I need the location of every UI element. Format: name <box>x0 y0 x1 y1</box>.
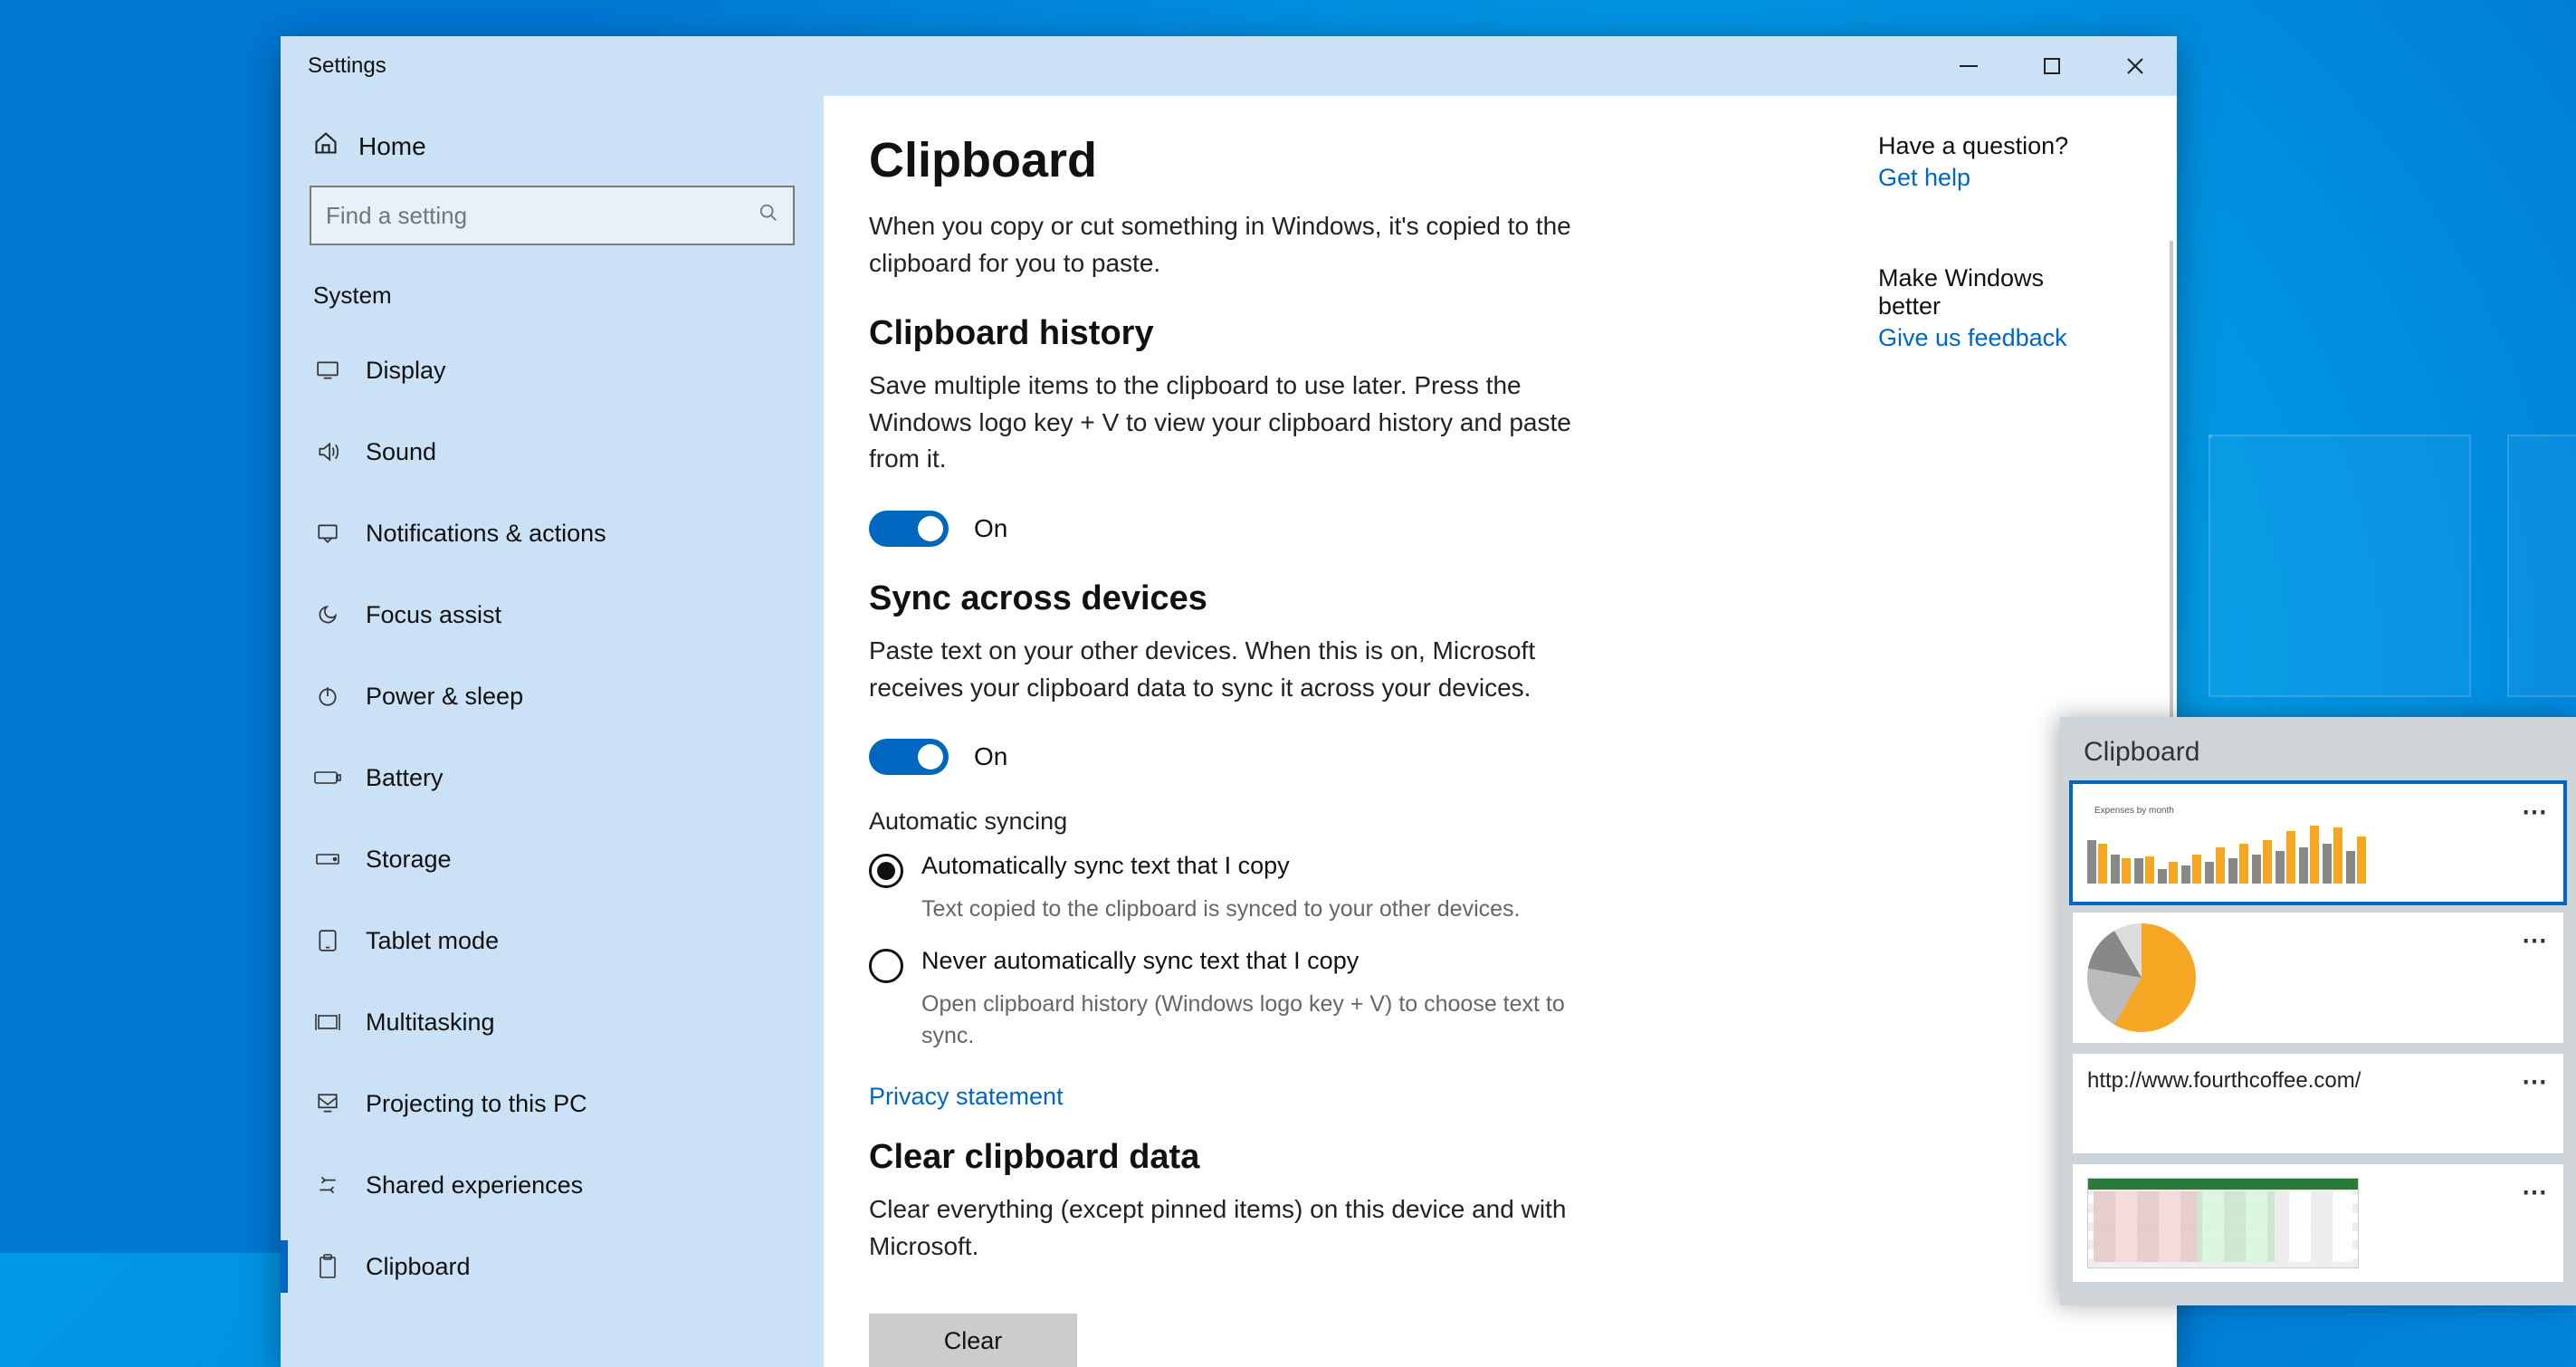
sidebar-item-label: Projecting to this PC <box>366 1090 587 1118</box>
clear-button[interactable]: Clear <box>869 1314 1077 1367</box>
sidebar: Home System Display Sound Notifications … <box>281 96 824 1367</box>
sidebar-item-label: Notifications & actions <box>366 520 606 548</box>
sidebar-item-notifications[interactable]: Notifications & actions <box>281 492 824 574</box>
maximize-icon <box>2044 58 2060 74</box>
sidebar-item-display[interactable]: Display <box>281 330 824 411</box>
privacy-link[interactable]: Privacy statement <box>869 1083 1064 1111</box>
close-button[interactable] <box>2094 36 2177 96</box>
power-icon <box>313 684 342 708</box>
sidebar-item-storage[interactable]: Storage <box>281 818 824 900</box>
clip-url-text: http://www.fourthcoffee.com/ <box>2087 1065 2361 1094</box>
sidebar-item-label: Power & sleep <box>366 683 523 711</box>
sync-toggle[interactable] <box>869 739 949 775</box>
clear-desc: Clear everything (except pinned items) o… <box>869 1191 1593 1265</box>
sync-toggle-state: On <box>974 742 1007 771</box>
sidebar-item-clipboard[interactable]: Clipboard <box>281 1226 824 1307</box>
sidebar-item-battery[interactable]: Battery <box>281 737 824 818</box>
page-title: Clipboard <box>869 132 1611 188</box>
history-toggle-state: On <box>974 514 1007 543</box>
pie-chart-thumbnail <box>2087 923 2196 1032</box>
feedback-heading: Make Windows better <box>1878 264 2095 320</box>
sidebar-item-multitasking[interactable]: Multitasking <box>281 981 824 1063</box>
sidebar-item-shared-experiences[interactable]: Shared experiences <box>281 1144 824 1226</box>
titlebar: Settings <box>281 36 2177 96</box>
sidebar-item-label: Storage <box>366 846 452 874</box>
sidebar-item-label: Multitasking <box>366 1009 495 1037</box>
minimize-icon <box>1960 65 1978 67</box>
radio-auto-sync-label: Automatically sync text that I copy <box>921 852 1290 880</box>
focus-icon <box>313 603 342 626</box>
radio-never-sync[interactable] <box>869 949 903 983</box>
sidebar-section-label: System <box>281 271 824 330</box>
home-link[interactable]: Home <box>281 114 824 186</box>
clipboard-item-pie-chart[interactable]: ⋯ <box>2073 913 2563 1043</box>
sidebar-item-power-sleep[interactable]: Power & sleep <box>281 655 824 737</box>
sidebar-item-sound[interactable]: Sound <box>281 411 824 492</box>
radio-never-sync-label: Never automatically sync text that I cop… <box>921 947 1359 975</box>
clipboard-item-spreadsheet[interactable]: ⋯ <box>2073 1164 2563 1282</box>
sidebar-item-label: Sound <box>366 438 436 466</box>
sidebar-item-label: Tablet mode <box>366 927 499 955</box>
settings-window: Settings Home <box>281 36 2177 1367</box>
page-intro: When you copy or cut something in Window… <box>869 208 1593 282</box>
radio-never-sync-desc: Open clipboard history (Windows logo key… <box>921 989 1591 1052</box>
search-box[interactable] <box>310 186 795 245</box>
search-icon <box>758 203 778 228</box>
battery-icon <box>313 770 342 786</box>
clear-heading: Clear clipboard data <box>869 1138 1611 1177</box>
close-icon <box>2126 57 2144 75</box>
clipboard-item-url[interactable]: http://www.fourthcoffee.com/ ⋯ <box>2073 1054 2563 1153</box>
spreadsheet-thumbnail <box>2087 1178 2359 1268</box>
sound-icon <box>313 440 342 464</box>
window-controls <box>1927 36 2177 96</box>
search-input[interactable] <box>326 202 758 230</box>
window-title: Settings <box>281 53 386 79</box>
give-feedback-link[interactable]: Give us feedback <box>1878 324 2095 352</box>
sidebar-item-projecting[interactable]: Projecting to this PC <box>281 1063 824 1144</box>
storage-icon <box>313 851 342 867</box>
sidebar-item-tablet-mode[interactable]: Tablet mode <box>281 900 824 981</box>
get-help-link[interactable]: Get help <box>1878 164 2095 192</box>
help-question: Have a question? <box>1878 132 2095 160</box>
clipboard-item-bar-chart[interactable]: Expenses by month ⋯ <box>2073 784 2563 902</box>
home-icon <box>313 130 339 162</box>
maximize-button[interactable] <box>2010 36 2094 96</box>
shared-icon <box>313 1173 342 1197</box>
flyout-title: Clipboard <box>2073 717 2563 784</box>
history-toggle[interactable] <box>869 511 949 547</box>
home-label: Home <box>358 132 426 161</box>
tablet-icon <box>313 929 342 952</box>
sidebar-item-label: Display <box>366 357 446 385</box>
main-column: Clipboard When you copy or cut something… <box>869 132 1611 1331</box>
sync-desc: Paste text on your other devices. When t… <box>869 633 1593 706</box>
sidebar-item-label: Clipboard <box>366 1253 471 1281</box>
clipboard-icon <box>313 1254 342 1279</box>
multitask-icon <box>313 1012 342 1032</box>
sidebar-item-focus-assist[interactable]: Focus assist <box>281 574 824 655</box>
clip-item-menu[interactable]: ⋯ <box>2522 1177 2549 1207</box>
auto-sync-label: Automatic syncing <box>869 808 1611 836</box>
radio-auto-sync-desc: Text copied to the clipboard is synced t… <box>921 894 1591 925</box>
sidebar-item-label: Focus assist <box>366 601 501 629</box>
history-heading: Clipboard history <box>869 314 1611 353</box>
sidebar-item-label: Battery <box>366 764 444 792</box>
sync-heading: Sync across devices <box>869 579 1611 618</box>
sidebar-item-label: Shared experiences <box>366 1171 583 1200</box>
radio-auto-sync[interactable] <box>869 854 903 888</box>
clip-item-menu[interactable]: ⋯ <box>2522 797 2549 827</box>
project-icon <box>313 1092 342 1115</box>
clip-item-menu[interactable]: ⋯ <box>2522 1066 2549 1096</box>
display-icon <box>313 360 342 380</box>
clipboard-flyout: Clipboard Expenses by month ⋯ ⋯ http://w… <box>2060 717 2576 1305</box>
content-pane: Clipboard When you copy or cut something… <box>824 96 2177 1367</box>
history-desc: Save multiple items to the clipboard to … <box>869 368 1593 478</box>
minimize-button[interactable] <box>1927 36 2010 96</box>
chart-title: Expenses by month <box>2094 806 2174 816</box>
clip-item-menu[interactable]: ⋯ <box>2522 925 2549 955</box>
notif-icon <box>313 521 342 545</box>
